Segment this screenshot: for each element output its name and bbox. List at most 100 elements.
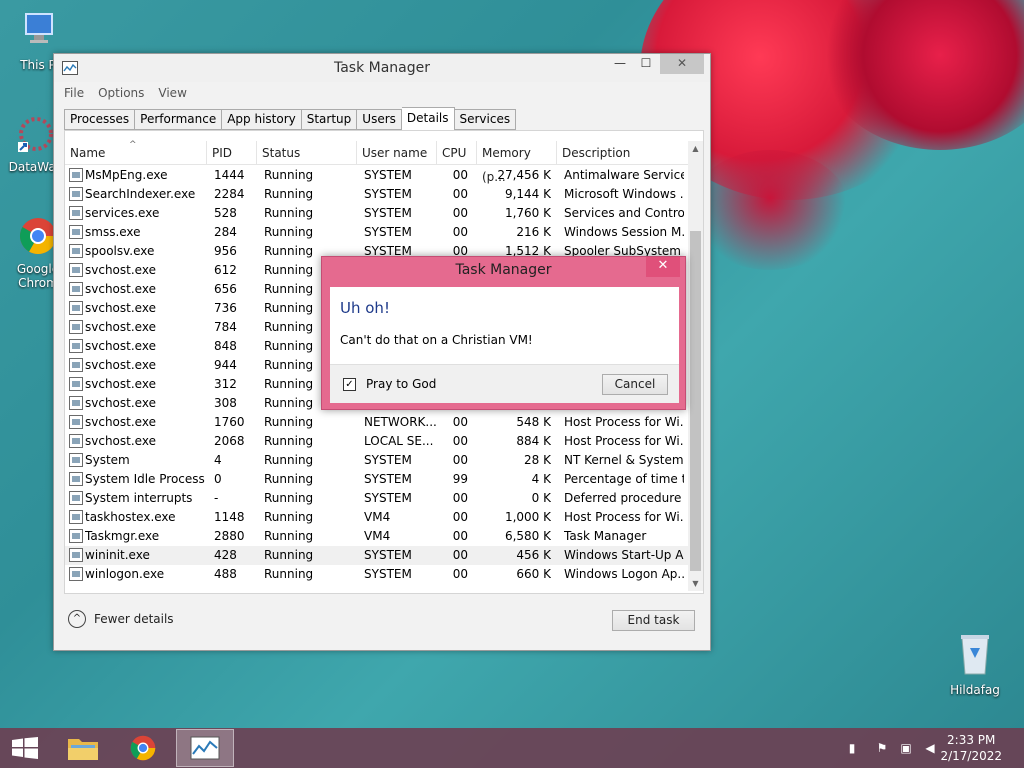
column-header-user-name[interactable]: User name <box>357 141 437 165</box>
column-header-name[interactable]: ^ Name <box>65 140 207 165</box>
dialog-footer: ✓ Pray to God Cancel <box>330 364 679 403</box>
flag-icon[interactable]: ⚑ <box>874 740 890 756</box>
process-icon <box>69 225 83 239</box>
process-status: Running <box>264 168 314 182</box>
process-pid: 956 <box>214 244 237 258</box>
dialog-message: Can't do that on a Christian VM! <box>340 333 533 347</box>
tab-users[interactable]: Users <box>357 109 402 130</box>
action-center-icon[interactable]: ▮ <box>844 740 860 756</box>
table-row[interactable]: services.exe 528 Running SYSTEM 00 1,760 K Ser… <box>65 204 689 223</box>
clock-date: 2/17/2022 <box>940 749 1002 763</box>
table-row[interactable]: wininit.exe 428 Running SYSTEM 00 456 K Window… <box>65 546 689 565</box>
tab-startup[interactable]: Startup <box>301 109 358 130</box>
table-row[interactable]: taskhostex.exe 1148 Running VM4 00 1,000 K Hos… <box>65 508 689 527</box>
taskbar-file-explorer[interactable] <box>56 729 112 767</box>
process-pid: 736 <box>214 301 237 315</box>
process-status: Running <box>264 472 314 486</box>
process-icon <box>69 206 83 220</box>
column-header-cpu[interactable]: CPU <box>437 141 477 165</box>
process-icon <box>69 453 83 467</box>
column-header-pid[interactable]: PID <box>207 141 257 165</box>
close-button[interactable]: ✕ <box>660 54 704 74</box>
vertical-scrollbar[interactable]: ▲ ▼ <box>688 141 703 591</box>
menu-file[interactable]: File <box>64 86 84 100</box>
tab-details[interactable]: Details <box>401 107 455 131</box>
process-name: svchost.exe <box>85 320 156 334</box>
menu-view[interactable]: View <box>158 86 186 100</box>
process-status: Running <box>264 453 314 467</box>
process-icon <box>69 548 83 562</box>
process-description: Percentage of time t... <box>564 472 684 486</box>
process-user: SYSTEM <box>364 548 412 562</box>
process-description: Windows Session M... <box>564 225 684 239</box>
table-row[interactable]: smss.exe 284 Running SYSTEM 00 216 K Windows S… <box>65 223 689 242</box>
fewer-details-toggle[interactable]: ^ Fewer details <box>68 610 174 628</box>
process-name: SearchIndexer.exe <box>85 187 196 201</box>
scroll-thumb[interactable] <box>690 231 701 571</box>
process-name: System <box>85 453 130 467</box>
process-name: svchost.exe <box>85 339 156 353</box>
process-memory: 216 K <box>516 225 551 239</box>
process-icon <box>69 434 83 448</box>
taskbar-chrome[interactable] <box>116 729 172 767</box>
process-icon <box>69 567 83 581</box>
table-row[interactable]: SearchIndexer.exe 2284 Running SYSTEM 00 9,14… <box>65 185 689 204</box>
process-cpu: 99 <box>452 472 468 486</box>
desktop-icon-recycle-bin[interactable]: Hildafag <box>946 632 1004 697</box>
table-row[interactable]: MsMpEng.exe 1444 Running SYSTEM 00 27,456 K An… <box>65 166 689 185</box>
tab-app-history[interactable]: App history <box>222 109 302 130</box>
taskbar-task-manager[interactable] <box>176 729 234 767</box>
process-user: SYSTEM <box>364 472 412 486</box>
column-header-status[interactable]: Status <box>257 141 357 165</box>
process-memory: 4 K <box>531 472 551 486</box>
maximize-button[interactable]: ☐ <box>632 54 660 74</box>
cancel-button[interactable]: Cancel <box>602 374 668 395</box>
start-button[interactable] <box>0 729 50 767</box>
column-header-memory[interactable]: Memory (p... <box>477 141 557 184</box>
volume-muted-icon[interactable]: ◀ <box>922 740 938 756</box>
end-task-button[interactable]: End task <box>612 610 695 631</box>
dialog-close-button[interactable]: ✕ <box>646 257 680 277</box>
tab-strip: Processes Performance App history Startu… <box>64 107 517 131</box>
scroll-down-icon[interactable]: ▼ <box>688 576 703 591</box>
scroll-up-icon[interactable]: ▲ <box>688 141 703 156</box>
process-description: Antimalware Service... <box>564 168 684 182</box>
process-pid: 4 <box>214 453 222 467</box>
process-status: Running <box>264 415 314 429</box>
process-description: Windows Logon Ap... <box>564 567 684 581</box>
process-user: SYSTEM <box>364 187 412 201</box>
fewer-details-label: Fewer details <box>94 612 174 626</box>
table-row[interactable]: svchost.exe 2068 Running LOCAL SE... 00 884 K… <box>65 432 689 451</box>
process-description: Microsoft Windows ... <box>564 187 684 201</box>
process-icon <box>69 510 83 524</box>
table-row[interactable]: Taskmgr.exe 2880 Running VM4 00 6,580 K Task M… <box>65 527 689 546</box>
title-bar[interactable]: Task Manager — ☐ ✕ <box>54 54 710 82</box>
process-cpu: 00 <box>452 529 468 543</box>
process-name: svchost.exe <box>85 434 156 448</box>
menu-options[interactable]: Options <box>98 86 144 100</box>
process-icon <box>69 244 83 258</box>
table-row[interactable]: winlogon.exe 488 Running SYSTEM 00 660 K Windo… <box>65 565 689 584</box>
tab-processes[interactable]: Processes <box>64 109 136 130</box>
table-row[interactable]: svchost.exe 1760 Running NETWORK... 00 548 K H… <box>65 413 689 432</box>
table-row[interactable]: System Idle Process 0 Running SYSTEM 99 4 K Pe… <box>65 470 689 489</box>
minimize-button[interactable]: — <box>606 54 634 74</box>
process-name: svchost.exe <box>85 377 156 391</box>
tab-services[interactable]: Services <box>454 109 517 130</box>
network-icon[interactable]: ▣ <box>898 740 914 756</box>
process-icon <box>69 415 83 429</box>
process-name: svchost.exe <box>85 415 156 429</box>
clock[interactable]: 2:33 PM 2/17/2022 <box>940 732 1002 764</box>
pray-checkbox-label[interactable]: Pray to God <box>366 377 436 391</box>
tab-performance[interactable]: Performance <box>135 109 223 130</box>
dialog-title: Task Manager <box>455 262 552 278</box>
pray-checkbox[interactable]: ✓ <box>343 378 356 391</box>
process-name: spoolsv.exe <box>85 244 155 258</box>
table-row[interactable]: System interrupts - Running SYSTEM 00 0 K Defe… <box>65 489 689 508</box>
column-header-description[interactable]: Description <box>557 141 689 165</box>
process-name: svchost.exe <box>85 396 156 410</box>
table-row[interactable]: System 4 Running SYSTEM 00 28 K NT Kernel & Sy… <box>65 451 689 470</box>
chrome-icon <box>130 735 156 761</box>
process-pid: 848 <box>214 339 237 353</box>
process-pid: 612 <box>214 263 237 277</box>
